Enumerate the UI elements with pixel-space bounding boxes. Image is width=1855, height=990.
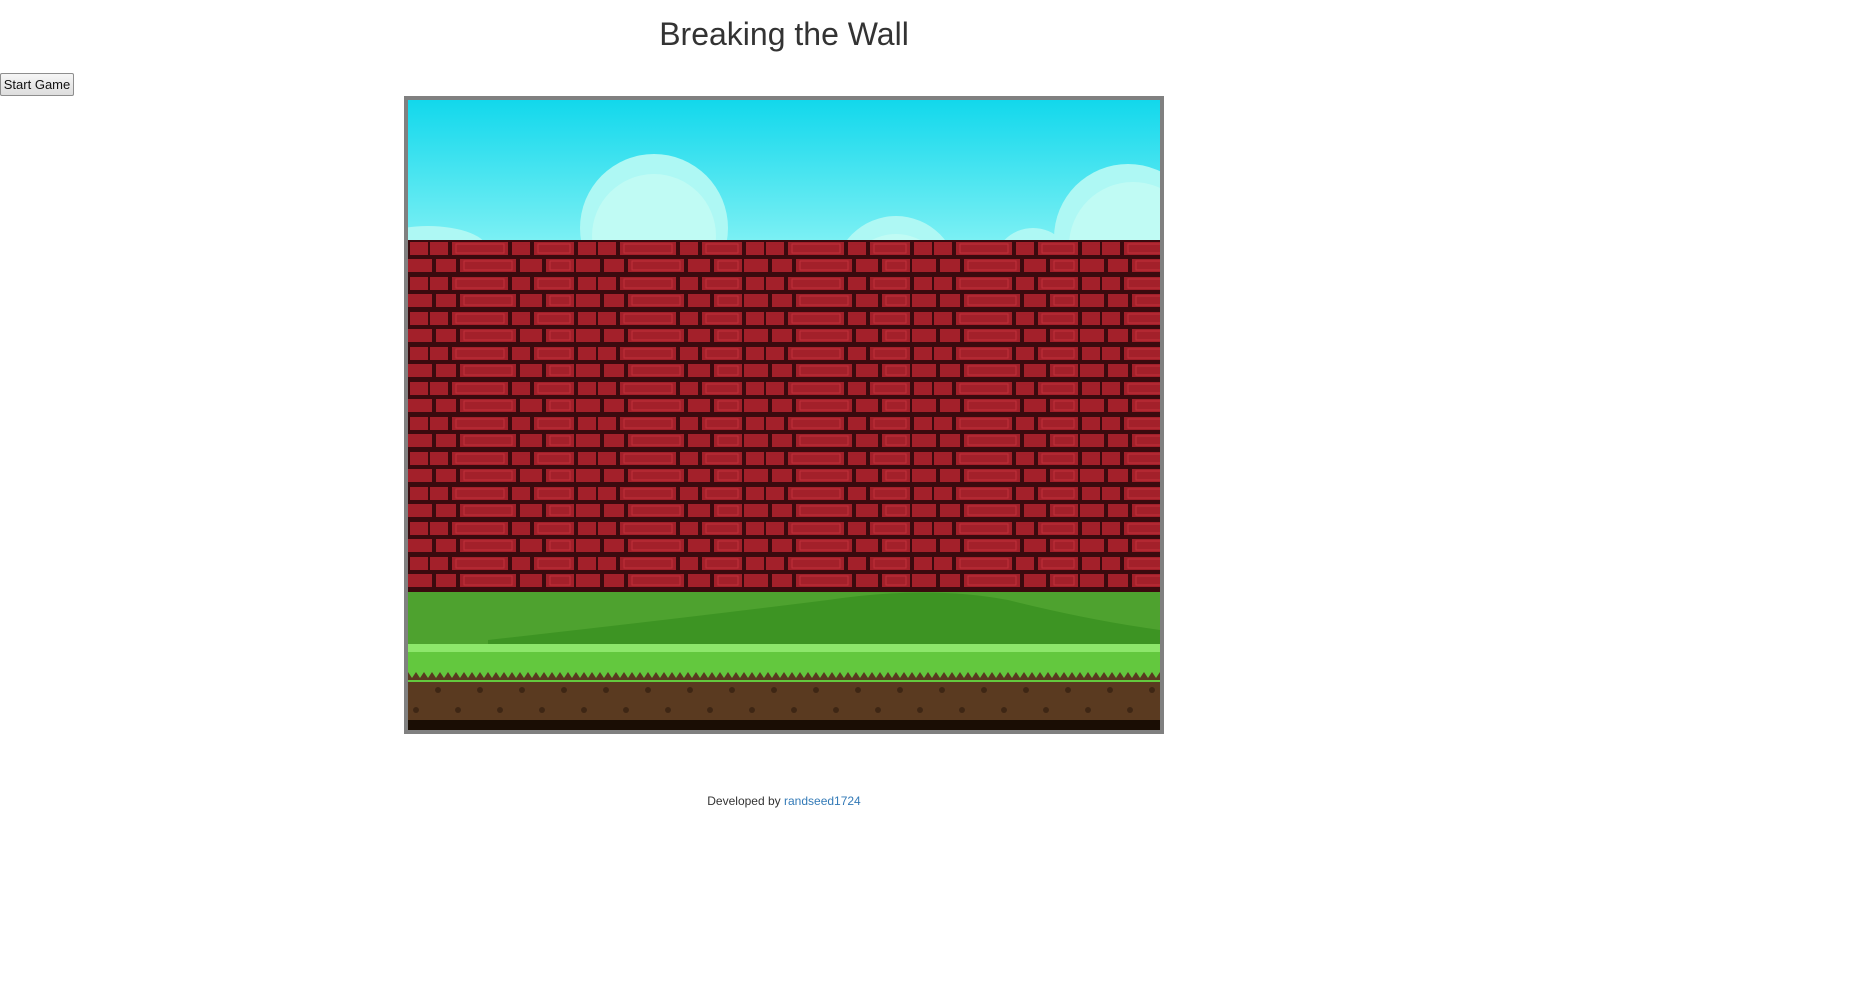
grass-highlight	[408, 644, 1160, 652]
page-title: Breaking the Wall	[659, 16, 909, 52]
brick-wall	[408, 240, 1160, 592]
page: Breaking the Wall Start Game Developed b…	[0, 0, 1855, 990]
grass-hills	[408, 592, 1160, 652]
start-game-button[interactable]: Start Game	[0, 73, 74, 96]
footer-prefix: Developed by	[707, 794, 781, 808]
game-scene	[408, 100, 1160, 730]
footer: Developed by randseed1724	[0, 794, 1568, 808]
game-canvas[interactable]	[404, 96, 1164, 734]
author-link[interactable]: randseed1724	[784, 794, 861, 808]
sky	[408, 100, 1160, 242]
